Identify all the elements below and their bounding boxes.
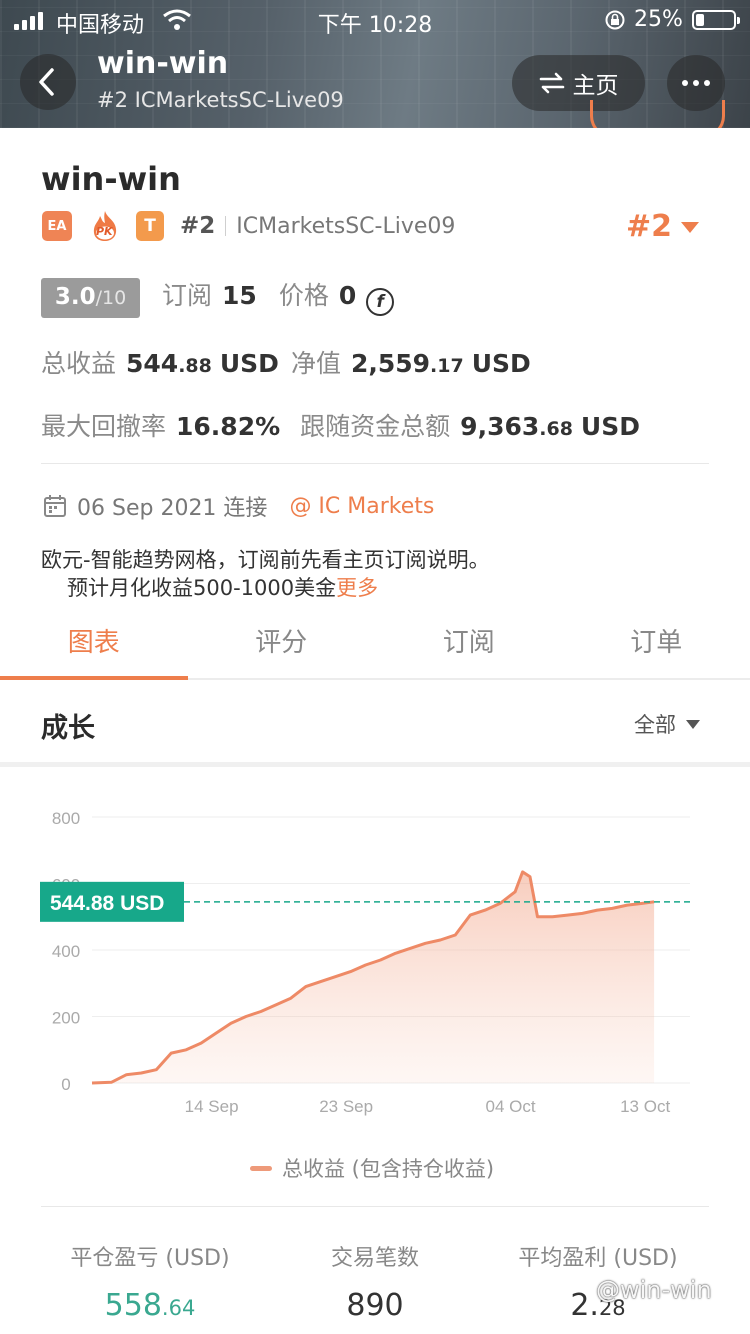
equity-unit: USD — [471, 349, 531, 378]
y-tick-label: 400 — [52, 942, 80, 961]
pk-badge-label: PK — [96, 225, 113, 238]
caret-down-icon[interactable] — [681, 222, 699, 233]
trader-name: win-win — [41, 160, 181, 198]
y-tick-label: 800 — [52, 809, 80, 828]
subscribe-label: 订阅 — [162, 281, 213, 310]
total-profit-dec: .88 — [178, 355, 212, 377]
legend-label: 总收益 (包含持仓收益) — [282, 1157, 495, 1181]
price-label: 价格 — [278, 281, 329, 310]
broker-link[interactable]: @ IC Markets — [289, 494, 434, 519]
description-text: 预计月化收益500-1000美金 — [67, 576, 337, 600]
tab-bar: 图表 评分 订阅 订单 — [0, 608, 750, 680]
chart-legend[interactable]: 总收益 (包含持仓收益) — [250, 1153, 494, 1183]
tab-rating[interactable]: 评分 — [188, 608, 376, 678]
back-button[interactable] — [20, 54, 76, 110]
follow-funds-dec: .68 — [539, 418, 573, 440]
closed-pnl-label: 平仓盈亏 (USD) — [70, 1246, 230, 1271]
score-max: /10 — [95, 287, 127, 309]
pk-badge: PK — [90, 210, 120, 242]
rank-label: #2 — [180, 213, 216, 239]
coin-icon: f — [366, 288, 395, 316]
connect-row: 06 Sep 2021 连接 @ IC Markets — [43, 490, 434, 522]
tab-chart[interactable]: 图表 — [0, 608, 188, 680]
more-link[interactable]: 更多 — [336, 576, 378, 600]
watermark: @win-win — [596, 1276, 712, 1304]
score-badge: 3.0/10 — [41, 278, 140, 318]
equity-int: 2,559 — [350, 349, 431, 378]
nav-subtitle: #2 ICMarketsSC-Live09 — [97, 88, 344, 112]
score-value: 3.0 — [54, 284, 96, 310]
calendar-icon — [44, 495, 66, 517]
score-row: 3.0/10 订阅 15 价格 0 f — [41, 276, 395, 318]
trade-count-label: 交易笔数 — [330, 1246, 419, 1271]
follow-funds-unit: USD — [580, 412, 640, 441]
current-value-tag: 544.88 USD — [40, 881, 184, 922]
current-value-label: 544.88 USD — [50, 892, 164, 915]
connect-date: 06 Sep 2021 连接 — [77, 496, 268, 521]
price-value: 0 — [338, 281, 357, 310]
range-label: 全部 — [634, 713, 676, 737]
growth-chart[interactable]: 0200400600800 14 Sep23 Sep04 Oct13 Oct 5… — [0, 770, 750, 1210]
divider — [225, 216, 227, 236]
status-bar: 中国移动 下午 10:28 25% — [0, 0, 750, 40]
tab-subscription[interactable]: 订阅 — [375, 608, 563, 678]
closed-pnl-value: 558.64 — [25, 1288, 275, 1323]
rank-selector[interactable]: #2 — [626, 209, 672, 244]
subscribe-count: 15 — [222, 281, 257, 310]
caret-down-icon — [686, 719, 700, 729]
section-divider — [0, 762, 750, 767]
trade-count-value: 890 — [250, 1288, 500, 1323]
avg-profit-int: 2. — [570, 1288, 599, 1323]
x-tick-label: 13 Oct — [620, 1097, 670, 1116]
home-button-label: 主页 — [572, 73, 619, 99]
y-tick-label: 0 — [61, 1075, 70, 1094]
divider — [41, 1206, 709, 1207]
server-name: ICMarketsSC-Live09 — [236, 213, 456, 239]
total-profit-unit: USD — [219, 349, 279, 378]
description-line-2: 预计月化收益500-1000美金更多 — [67, 572, 378, 602]
profit-row: 总收益 544.88 USD 净值 2,559.17 USD — [41, 344, 531, 380]
nav-title: win-win — [97, 46, 229, 81]
range-selector[interactable]: 全部 — [634, 709, 700, 739]
switch-icon — [539, 72, 564, 94]
follow-funds-int: 9,363 — [460, 412, 540, 441]
tab-orders[interactable]: 订单 — [563, 608, 750, 678]
x-tick-label: 23 Sep — [319, 1097, 373, 1116]
rotation-lock-icon — [604, 9, 626, 37]
header: 中国移动 下午 10:28 25% win-win #2 ICMarketsSC… — [0, 0, 750, 128]
ea-badge: EA — [42, 211, 72, 241]
description-line-1: 欧元-智能趋势网格，订阅前先看主页订阅说明。 — [41, 548, 490, 572]
equity-dec: .17 — [430, 355, 464, 377]
drawdown-value: 16.82% — [176, 412, 281, 441]
battery-icon — [692, 10, 740, 30]
closed-pnl-stat: 平仓盈亏 (USD) 558.64 — [25, 1240, 275, 1323]
badge-row: EA PK T #2 ICMarketsSC-Live09 — [42, 210, 455, 242]
legend-swatch — [250, 1165, 272, 1171]
equity-label: 净值 — [290, 349, 341, 378]
battery-percent: 25% — [634, 7, 683, 32]
trade-count-int: 890 — [346, 1288, 404, 1323]
x-tick-label: 04 Oct — [486, 1097, 536, 1116]
section-title: 成长 — [41, 713, 95, 744]
total-profit-label: 总收益 — [41, 349, 117, 378]
closed-pnl-int: 558 — [104, 1288, 162, 1323]
follow-funds-label: 跟随资金总额 — [300, 412, 451, 441]
trade-count-stat: 交易笔数 890 — [250, 1240, 500, 1323]
follow-button-edge[interactable] — [590, 100, 725, 128]
total-profit-int: 544 — [126, 349, 179, 378]
divider — [41, 463, 709, 464]
drawdown-label: 最大回撤率 — [41, 412, 167, 441]
chevron-left-icon — [39, 68, 54, 96]
closed-pnl-dec: .64 — [161, 1296, 196, 1320]
t-badge: T — [136, 211, 164, 241]
x-tick-label: 14 Sep — [185, 1097, 239, 1116]
avg-profit-label: 平均盈利 (USD) — [518, 1246, 678, 1271]
drawdown-row: 最大回撤率 16.82% 跟随资金总额 9,363.68 USD — [41, 407, 640, 443]
y-tick-label: 200 — [52, 1009, 80, 1028]
